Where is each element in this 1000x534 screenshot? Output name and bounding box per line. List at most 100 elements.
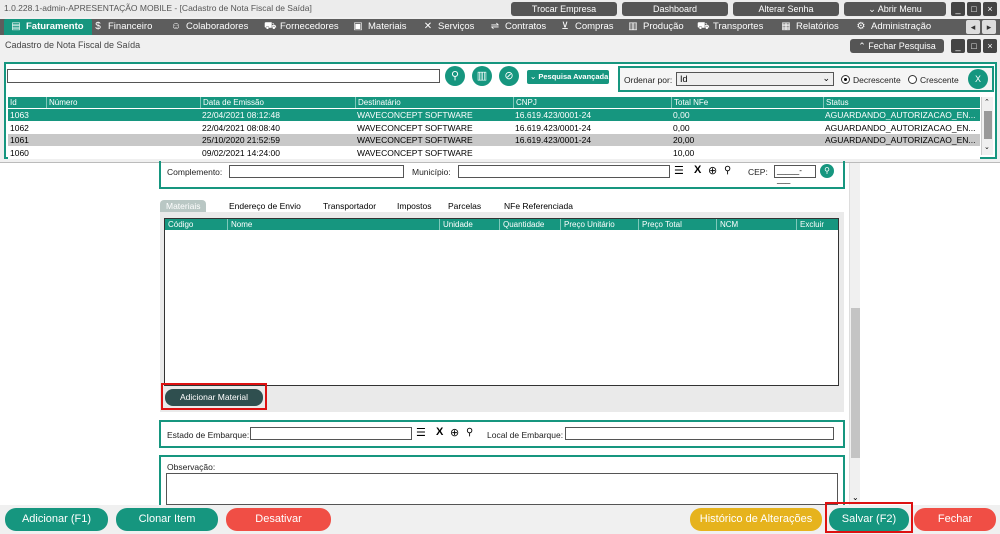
table-row[interactable]: 1062 22/04/2021 08:08:40 WAVECONCEPT SOFTW… (8, 121, 980, 134)
menu-administracao[interactable]: ⚙ Administração (855, 19, 932, 35)
mat-col-ncm[interactable]: NCM (716, 219, 796, 230)
sub-maximize-icon[interactable]: □ (967, 39, 981, 53)
menu-servicos[interactable]: ✕ Serviços (422, 19, 475, 35)
search-input[interactable] (7, 69, 440, 83)
col-id[interactable]: Id (8, 97, 48, 108)
local-embarque-field[interactable] (565, 427, 834, 440)
add-circle-icon[interactable]: ⊕ (708, 164, 717, 177)
maximize-icon[interactable]: □ (967, 2, 981, 16)
mat-col-quantidade[interactable]: Quantidade (499, 219, 560, 230)
table-row[interactable]: 1060 09/02/2021 14:24:00 WAVECONCEPT SOFTW… (8, 146, 980, 159)
grid-header: Id Número Data de Emissão Destinatário C… (8, 97, 980, 108)
chevron-down-icon: ⌄ (822, 73, 830, 83)
scroll-down-icon[interactable]: ⌄ (852, 493, 859, 502)
cep-field[interactable]: _____-___ (774, 165, 816, 184)
mat-col-preco-total[interactable]: Preço Total (638, 219, 716, 230)
desc-radio[interactable] (841, 75, 850, 84)
desativar-button[interactable]: Desativar (226, 508, 331, 531)
adicionar-button[interactable]: Adicionar (F1) (5, 508, 108, 531)
scroll-down-icon[interactable]: ⌄ (984, 143, 990, 151)
asc-radio[interactable] (908, 75, 917, 84)
col-data[interactable]: Data de Emissão (200, 97, 355, 108)
scroll-thumb[interactable] (984, 111, 992, 139)
menu-label: Materiais (368, 21, 407, 32)
order-select[interactable]: Id ⌄ (676, 72, 834, 86)
table-cell-data: 09/02/2021 14:24:00 (202, 147, 280, 158)
mat-col-excluir[interactable]: Excluir (796, 219, 838, 230)
scroll-up-icon[interactable]: ⌃ (984, 98, 990, 106)
estado-embarque-field[interactable] (250, 427, 412, 440)
search-icon[interactable]: ⚲ (445, 66, 465, 86)
mat-col-preco-unitario[interactable]: Preço Unitário (560, 219, 638, 230)
menu-materiais[interactable]: ▣ Materiais (352, 19, 407, 35)
menu-contratos[interactable]: ⇌ Contratos (489, 19, 546, 35)
pesquisa-avancada-button[interactable]: ⌄ Pesquisa Avançada (527, 70, 609, 84)
trocar-empresa-button[interactable]: Trocar Empresa (511, 2, 617, 16)
municipio-field[interactable] (458, 165, 670, 178)
menu-fornecedores[interactable]: ⛟ Fornecedores (264, 19, 339, 35)
search-small-icon[interactable]: ⚲ (466, 427, 473, 438)
cep-search-icon[interactable]: ⚲ (820, 164, 834, 178)
abrir-menu-button[interactable]: ⌄ Abrir Menu (844, 2, 946, 16)
table-cell-total: 0,00 (673, 110, 690, 120)
menu-scroll-left-icon[interactable]: ◂ (966, 20, 980, 34)
close-icon[interactable]: × (983, 2, 997, 16)
dashboard-button[interactable]: Dashboard (622, 2, 728, 16)
col-destinatario[interactable]: Destinatário (355, 97, 513, 108)
complemento-field[interactable] (229, 165, 404, 178)
mat-col-codigo[interactable]: Código (165, 219, 227, 230)
columns-icon[interactable]: ▥ (472, 66, 492, 86)
grid-scrollbar[interactable]: ⌃ ⌄ (981, 97, 993, 155)
menu-financeiro[interactable]: $ Financeiro (92, 19, 152, 35)
menu-scroll-right-icon[interactable]: ▸ (982, 20, 996, 34)
search-small-icon[interactable]: ⚲ (724, 165, 731, 176)
adicionar-material-button[interactable]: Adicionar Material (165, 389, 263, 406)
col-cnpj[interactable]: CNPJ (513, 97, 671, 108)
mat-col-unidade[interactable]: Unidade (439, 219, 499, 230)
minimize-icon[interactable]: _ (951, 2, 965, 16)
salvar-button[interactable]: Salvar (F2) (829, 508, 909, 531)
tab-impostos[interactable]: Impostos (397, 200, 432, 212)
add-circle-icon[interactable]: ⊕ (450, 426, 459, 439)
tab-endereco-envio[interactable]: Endereço de Envio (229, 200, 301, 212)
menu-label: Transportes (713, 21, 764, 32)
col-status[interactable]: Status (823, 97, 980, 108)
observacao-textarea[interactable] (166, 473, 838, 505)
clear-x-icon[interactable]: X (436, 426, 443, 438)
excel-export-icon[interactable]: X (968, 69, 988, 89)
clonar-item-button[interactable]: Clonar Item (116, 508, 218, 531)
gear-icon: ⚙ (856, 21, 866, 32)
table-row[interactable]: 1061 25/10/2020 21:52:59 WAVECONCEPT SOFTW… (8, 134, 980, 146)
col-numero[interactable]: Número (46, 97, 200, 108)
menu-label: Relatórios (796, 21, 839, 32)
factory-icon: ▥ (628, 21, 638, 32)
list-icon[interactable]: ☰ (416, 426, 426, 439)
fechar-button[interactable]: Fechar (914, 508, 996, 531)
sub-close-icon[interactable]: × (983, 39, 997, 53)
form-scrollbar[interactable]: ⌄ (849, 163, 860, 505)
tab-transportador[interactable]: Transportador (323, 200, 376, 212)
main-menu: ▤ Faturamento $ Financeiro ☺ Colaboradores … (0, 19, 1000, 35)
menu-transportes[interactable]: ⛟ Transportes (697, 19, 763, 35)
sub-minimize-icon[interactable]: _ (951, 39, 965, 53)
chevron-up-icon: ⌃ (858, 41, 869, 51)
clear-x-icon[interactable]: X (694, 164, 701, 176)
historico-alteracoes-button[interactable]: Histórico de Alterações (690, 508, 822, 531)
tab-nfe-referenciada[interactable]: NFe Referenciada (504, 200, 573, 212)
tab-parcelas[interactable]: Parcelas (448, 200, 481, 212)
col-total[interactable]: Total NFe (671, 97, 823, 108)
list-icon[interactable]: ☰ (674, 164, 684, 177)
tab-materiais[interactable]: Materiais (160, 200, 207, 212)
menu-relatorios[interactable]: ▦ Relatórios (780, 19, 839, 35)
alterar-senha-button[interactable]: Alterar Senha (733, 2, 839, 16)
title-bar: 1.0.228.1-admin-APRESENTAÇÃO MOBILE - [C… (0, 0, 1000, 17)
mat-col-nome[interactable]: Nome (227, 219, 439, 230)
menu-producao[interactable]: ▥ Produção (627, 19, 683, 35)
menu-compras[interactable]: ⊻ Compras (559, 19, 613, 35)
table-row[interactable]: 1063 22/04/2021 08:12:48 WAVECONCEPT SOFTW… (8, 109, 980, 121)
menu-colaboradores[interactable]: ☺ Colaboradores (170, 19, 248, 35)
fechar-pesquisa-button[interactable]: ⌃ Fechar Pesquisa (850, 39, 944, 53)
form-scroll-thumb[interactable] (851, 308, 860, 458)
menu-faturamento[interactable]: ▤ Faturamento (4, 19, 92, 35)
filter-off-icon[interactable]: ⊘ (499, 66, 519, 86)
